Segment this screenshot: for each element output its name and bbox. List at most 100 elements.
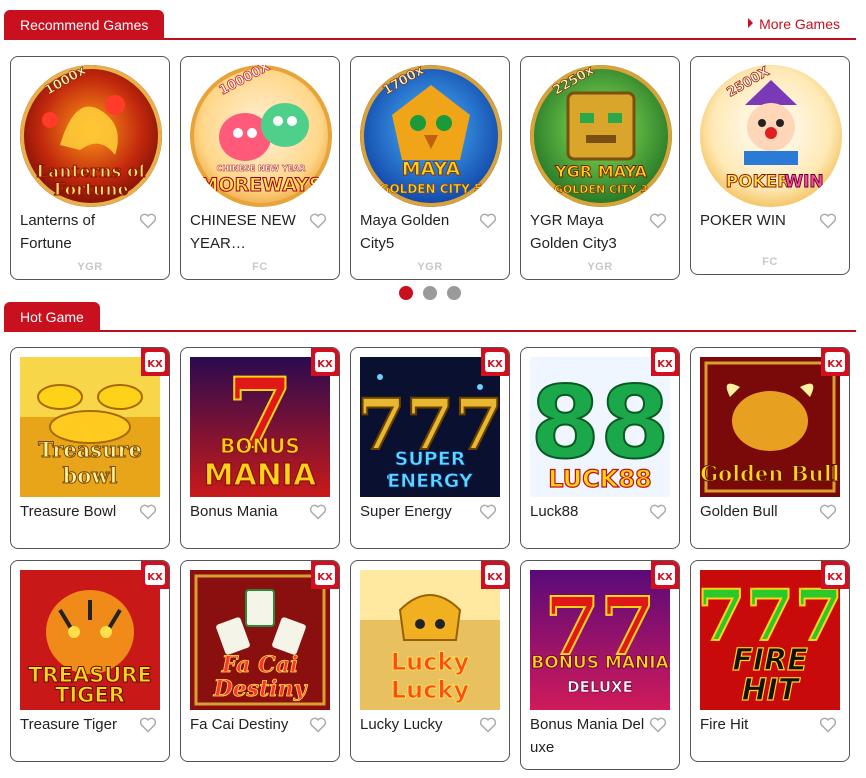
svg-text:Fa Cai: Fa Cai <box>221 652 298 678</box>
game-title: Golden Bull <box>700 503 778 520</box>
svg-text:Lanterns of: Lanterns of <box>36 162 147 182</box>
svg-text:Lucky: Lucky <box>391 648 470 676</box>
game-thumbnail: 10000X CHINESE NEW YEAR MOREWAYS <box>190 65 332 207</box>
favorite-heart-icon[interactable] <box>819 717 837 733</box>
svg-text:Treasure: Treasure <box>38 437 142 462</box>
svg-text:CHINESE NEW YEAR: CHINESE NEW YEAR <box>216 164 305 173</box>
game-title: Treasure Tiger <box>20 716 117 733</box>
game-title: Bonus Mania <box>190 503 278 520</box>
caret-right-icon <box>748 18 754 28</box>
game-card-maya-golden-city5[interactable]: 1700x MAYA GOLDEN CITY 5 Maya Golden Cit… <box>350 56 510 280</box>
game-title: CHINESE NEW YEAR MOREWAYS <box>190 212 296 252</box>
favorite-heart-icon[interactable] <box>479 213 497 229</box>
game-card-fire-hit[interactable]: 777 FIRE HIT KX Fire Hit <box>690 560 850 762</box>
recommend-games-tab[interactable]: Recommend Games <box>4 10 165 40</box>
svg-text:88: 88 <box>530 364 669 481</box>
favorite-heart-icon[interactable] <box>649 504 667 520</box>
game-card-ygr-maya-golden-city3[interactable]: 2250x YGR MAYA GOLDEN CITY 3 YGR Maya Go… <box>520 56 680 280</box>
kx-provider-badge-icon: KX <box>481 348 509 376</box>
game-title: Fire Hit <box>700 716 749 733</box>
kx-provider-badge-icon: KX <box>821 348 849 376</box>
game-title: Lucky Lucky <box>360 716 443 733</box>
svg-text:LUCK88: LUCK88 <box>548 465 652 493</box>
game-card-bonus-mania-deluxe[interactable]: 77 BONUS MANIA DELUXE KX Bonus Mania Del… <box>520 560 680 770</box>
kx-provider-badge-icon: KX <box>141 561 169 589</box>
game-thumbnail: Fa Cai Destiny <box>190 570 330 710</box>
game-card-chinese-new-year-moreways[interactable]: 10000X CHINESE NEW YEAR MOREWAYS CHINESE… <box>180 56 340 280</box>
game-thumbnail: 777 SUPER ENERGY <box>360 357 500 497</box>
svg-text:DELUXE: DELUXE <box>567 678 633 696</box>
game-card-golden-bull[interactable]: Golden Bull KX Golden Bull <box>690 347 850 549</box>
game-title: Luck88 <box>530 503 579 520</box>
game-title: Bonus Mania Deluxe <box>530 716 645 756</box>
recommend-games-header: Recommend Games More Games <box>4 8 856 40</box>
svg-text:POKER: POKER <box>726 172 791 192</box>
game-thumbnail: 2500X POKER WIN <box>700 65 842 207</box>
favorite-heart-icon[interactable] <box>819 213 837 229</box>
hot-game-tab[interactable]: Hot Game <box>4 302 100 332</box>
svg-text:SUPER: SUPER <box>395 448 466 470</box>
game-title: Treasure Bowl <box>20 503 117 520</box>
svg-text:Fortune: Fortune <box>54 180 129 200</box>
svg-text:KX: KX <box>487 572 503 583</box>
svg-text:ENERGY: ENERGY <box>387 470 473 492</box>
favorite-heart-icon[interactable] <box>649 213 667 229</box>
game-thumbnail: Golden Bull <box>700 357 840 497</box>
game-card-bonus-mania[interactable]: 7 BONUS MANIA KX Bonus Mania <box>180 347 340 549</box>
game-thumbnail: 1000x Lanterns of Fortune <box>20 65 162 207</box>
favorite-heart-icon[interactable] <box>479 717 497 733</box>
game-title: POKER WIN <box>700 212 786 229</box>
svg-text:GOLDEN CITY 5: GOLDEN CITY 5 <box>380 182 483 196</box>
svg-text:KX: KX <box>657 359 673 370</box>
svg-text:KX: KX <box>487 359 503 370</box>
svg-text:WIN: WIN <box>784 172 823 192</box>
game-title: YGR Maya Golden City3 <box>530 212 617 252</box>
more-games-label: More Games <box>759 16 840 32</box>
game-card-treasure-bowl[interactable]: Treasure bowl KX Treasure Bowl <box>10 347 170 549</box>
favorite-heart-icon[interactable] <box>139 213 157 229</box>
game-thumbnail: 1700x MAYA GOLDEN CITY 5 <box>360 65 502 207</box>
favorite-heart-icon[interactable] <box>139 717 157 733</box>
favorite-heart-icon[interactable] <box>139 504 157 520</box>
game-title: Lanterns of Fortune <box>20 212 96 252</box>
game-thumbnail: 7 BONUS MANIA <box>190 357 330 497</box>
game-card-super-energy[interactable]: 777 SUPER ENERGY KX Super Energy <box>350 347 510 549</box>
svg-text:KX: KX <box>827 359 843 370</box>
game-thumbnail: Lucky Lucky <box>360 570 500 710</box>
game-title: Fa Cai Destiny <box>190 716 289 733</box>
game-title: Maya Golden City5 <box>360 212 450 252</box>
favorite-heart-icon[interactable] <box>309 213 327 229</box>
kx-provider-badge-icon: KX <box>651 348 679 376</box>
provider-label: FC <box>762 256 778 268</box>
favorite-heart-icon[interactable] <box>309 717 327 733</box>
game-card-lucky-lucky[interactable]: Lucky Lucky KX Lucky Lucky <box>350 560 510 762</box>
pagination-dot-3[interactable] <box>447 286 461 300</box>
game-thumbnail: 77 BONUS MANIA DELUXE <box>530 570 670 710</box>
game-card-fa-cai-destiny[interactable]: Fa Cai Destiny KX Fa Cai Destiny <box>180 560 340 762</box>
provider-label: YGR <box>587 261 613 273</box>
kx-provider-badge-icon: KX <box>311 561 339 589</box>
carousel-pagination <box>399 286 461 300</box>
svg-text:KX: KX <box>147 572 163 583</box>
svg-text:KX: KX <box>147 359 163 370</box>
favorite-heart-icon[interactable] <box>479 504 497 520</box>
game-card-poker-win[interactable]: 2500X POKER WIN POKER WIN FC <box>690 56 850 275</box>
favorite-heart-icon[interactable] <box>309 504 327 520</box>
svg-text:KX: KX <box>827 572 843 583</box>
pagination-dot-2[interactable] <box>423 286 437 300</box>
kx-provider-badge-icon: KX <box>651 561 679 589</box>
favorite-heart-icon[interactable] <box>819 504 837 520</box>
favorite-heart-icon[interactable] <box>649 717 667 733</box>
provider-label: YGR <box>77 261 103 273</box>
svg-text:MOREWAYS: MOREWAYS <box>199 174 322 196</box>
game-card-lanterns-of-fortune[interactable]: 1000x Lanterns of Fortune Lanterns of Fo… <box>10 56 170 280</box>
svg-text:TIGER: TIGER <box>55 683 125 707</box>
more-games-link[interactable]: More Games <box>748 16 840 32</box>
svg-text:HIT: HIT <box>742 673 801 708</box>
hot-games-row-2: TREASURE TIGER KX Treasure Tiger Fa Cai … <box>10 560 850 770</box>
game-card-luck88[interactable]: 88 LUCK88 KX Luck88 <box>520 347 680 549</box>
kx-provider-badge-icon: KX <box>821 561 849 589</box>
game-card-treasure-tiger[interactable]: TREASURE TIGER KX Treasure Tiger <box>10 560 170 762</box>
recommend-games-row: 1000x Lanterns of Fortune Lanterns of Fo… <box>10 56 850 280</box>
pagination-dot-1[interactable] <box>399 286 413 300</box>
